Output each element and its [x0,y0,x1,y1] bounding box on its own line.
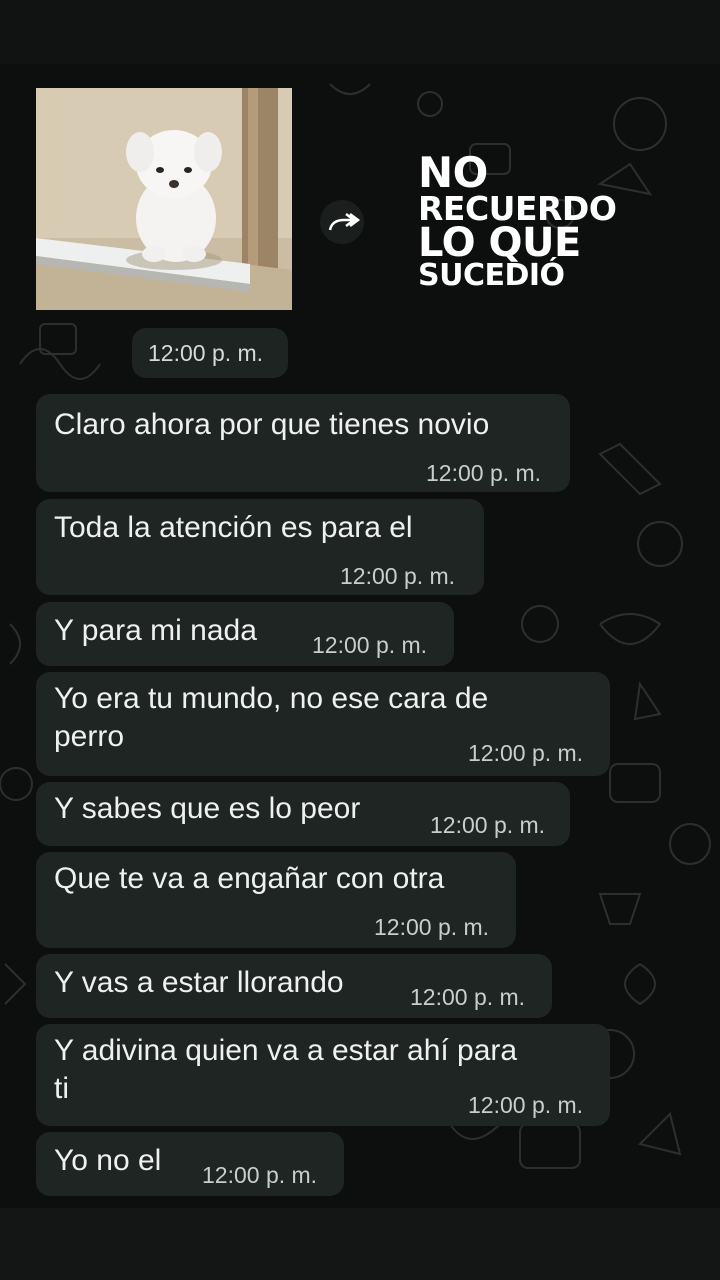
forward-arrow-icon[interactable] [320,200,364,244]
message-text: Toda la atención es para el [54,511,413,544]
sticker-time-text: 12:00 p. m. [148,340,264,366]
sticker-timestamp: 12:00 p. m. [132,328,288,378]
message-time: 12:00 p. m. [340,563,456,589]
caption-line-4: SUCEDIÓ [418,258,565,294]
message-text: Y adivina quien va a estar ahí para ti [54,1034,518,1105]
message-time: 12:00 p. m. [410,984,526,1010]
puppy-sticker [36,88,292,310]
top-bar [0,0,720,64]
message-bubble[interactable]: Claro ahora por que tienes novio 12:00 p… [36,394,570,492]
message-time: 12:00 p. m. [430,812,546,838]
message-time: 12:00 p. m. [202,1162,318,1188]
message-text: Yo era tu mundo, no ese cara de perro [54,682,489,753]
message-time: 12:00 p. m. [468,1092,584,1118]
sticker-image[interactable] [36,88,292,310]
message-bubble[interactable]: Que te va a engañar con otra 12:00 p. m. [36,852,516,948]
message-text: Que te va a engañar con otra [54,862,445,895]
message-time: 12:00 p. m. [374,914,490,940]
message-text: Claro ahora por que tienes novio [54,408,490,441]
message-bubble[interactable]: Yo no el 12:00 p. m. [36,1132,344,1196]
message-time: 12:00 p. m. [426,460,542,486]
message-bubble[interactable]: Y para mi nada 12:00 p. m. [36,602,454,666]
message-text: Y sabes que es lo peor [54,792,361,825]
meme-caption: NO RECUERDO LO QUE SUCEDIÓ [418,148,658,294]
message-text: Y para mi nada [54,614,257,647]
message-bubble[interactable]: Y vas a estar llorando 12:00 p. m. [36,954,552,1018]
message-text: Yo no el [54,1144,162,1177]
message-time: 12:00 p. m. [468,740,584,766]
message-bubble[interactable]: Yo era tu mundo, no ese cara de perro 12… [36,672,610,776]
message-time: 12:00 p. m. [312,632,428,658]
bottom-bar [0,1208,720,1280]
message-bubble[interactable]: Toda la atención es para el 12:00 p. m. [36,499,484,595]
caption-line-3: LO QUE [418,220,581,267]
message-bubble[interactable]: Y sabes que es lo peor 12:00 p. m. [36,782,570,846]
message-bubble[interactable]: Y adivina quien va a estar ahí para ti 1… [36,1024,610,1126]
caption-line-1: NO [418,148,488,197]
message-text: Y vas a estar llorando [54,966,344,999]
